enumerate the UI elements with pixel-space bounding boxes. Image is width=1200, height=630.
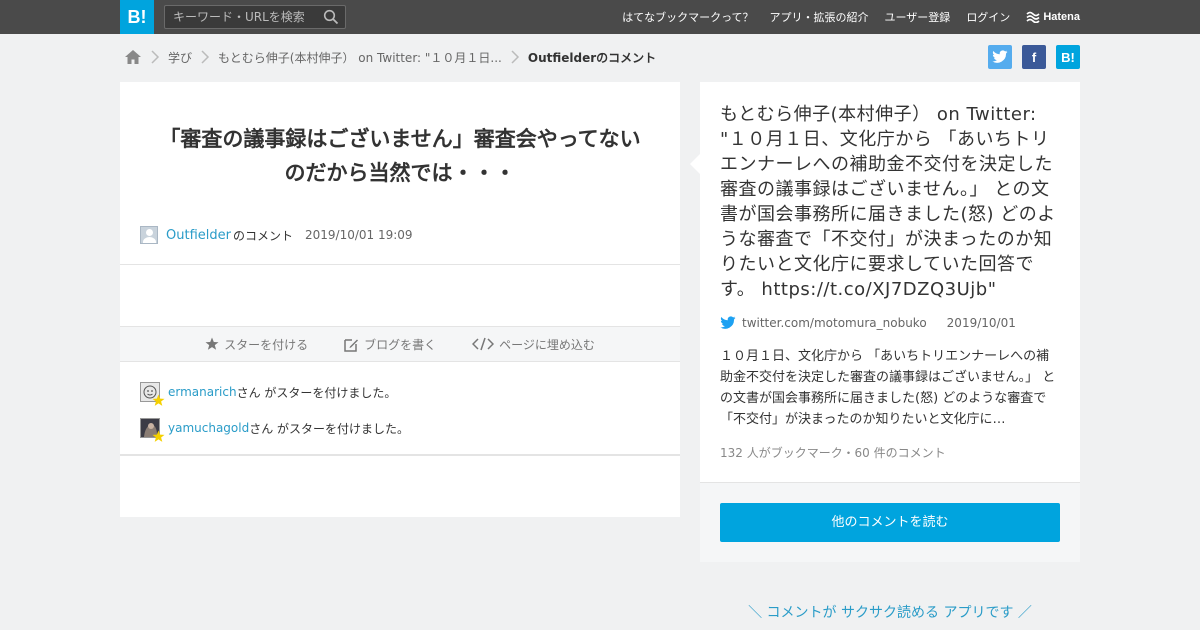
entry-card-footer: 他のコメントを読む — [700, 482, 1080, 562]
nav-register[interactable]: ユーザー登録 — [885, 9, 951, 25]
search-box — [164, 5, 346, 29]
comment-card: 「審査の議事録はございません」審査会やってないのだから当然では・・・ Outfi… — [120, 82, 680, 517]
entry-summary: １０月１日、文化庁から 「あいちトリエンナーレへの補助金不交付を決定した審査の議… — [720, 349, 1056, 427]
app-promo-link[interactable]: ＼ コメントが サクサク読める アプリです ／ — [700, 602, 1080, 622]
add-star-button[interactable]: スターを付ける — [205, 336, 308, 353]
chevron-right-icon — [201, 50, 210, 64]
nav-apps[interactable]: アプリ・拡張の紹介 — [770, 9, 869, 25]
add-star-label: スターを付ける — [224, 337, 309, 352]
comment-meta: Outfielder のコメント 2019/10/01 19:09 — [140, 226, 413, 244]
top-nav: はてなブックマークって？ アプリ・拡張の紹介 ユーザー登録 ログイン Haten… — [622, 0, 1080, 34]
top-bar: B! はてなブックマークって？ アプリ・拡張の紹介 ユーザー登録 ログイン Ha… — [0, 0, 1200, 34]
chevron-right-icon — [151, 50, 160, 64]
twitter-bird-icon — [720, 316, 736, 329]
comment-date[interactable]: 2019/10/01 19:09 — [305, 228, 413, 242]
entry-date: 2019/10/01 — [946, 316, 1016, 330]
divider — [120, 454, 680, 456]
read-more-comments-button[interactable]: 他のコメントを読む — [720, 503, 1060, 542]
breadcrumb-category[interactable]: 学び — [168, 49, 192, 66]
user-avatar[interactable] — [140, 382, 165, 406]
star-entry: ermanarich さん がスターを付けました。 — [140, 382, 409, 406]
star-icon — [205, 337, 219, 350]
twitter-bird-icon — [992, 50, 1008, 63]
yellow-star-icon — [152, 430, 165, 442]
entry-source: twitter.com/motomura_nobuko 2019/10/01 — [720, 316, 1016, 330]
search-input[interactable] — [165, 6, 315, 28]
embed-page-label: ページに埋め込む — [499, 337, 595, 352]
twitter-share-button[interactable] — [988, 45, 1012, 69]
comment-actions: スターを付ける ブログを書く ページに埋め込む — [120, 326, 680, 362]
home-icon[interactable] — [124, 49, 142, 65]
comment-user-link[interactable]: Outfielder — [166, 228, 231, 243]
hatena-wave-icon — [1026, 11, 1040, 23]
star-user-link[interactable]: yamuchagold — [168, 421, 249, 435]
search-icon[interactable] — [323, 9, 339, 25]
star-text: さん がスターを付けました。 — [249, 421, 410, 436]
hatena-brand[interactable]: Hatena — [1026, 11, 1080, 23]
hatena-brand-label: Hatena — [1043, 11, 1080, 23]
entry-title[interactable]: もとむら伸子(本村伸子） on Twitter: "１０月１日、文化庁から 「あ… — [720, 102, 1062, 302]
share-buttons: f B! — [988, 45, 1080, 69]
user-avatar[interactable] — [140, 226, 158, 244]
divider — [120, 264, 680, 265]
user-avatar[interactable] — [140, 418, 165, 442]
hatena-bookmark-logo[interactable]: B! — [120, 0, 154, 34]
write-blog-label: ブログを書く — [364, 337, 437, 352]
breadcrumb: 学び もとむら伸子(本村伸子） on Twitter: "１０月１日... Ou… — [124, 46, 656, 68]
chevron-right-icon — [511, 50, 519, 64]
star-entry: yamuchagold さん がスターを付けました。 — [140, 418, 410, 442]
comment-text: 「審査の議事録はございません」審査会やってないのだから当然では・・・ — [159, 127, 641, 185]
yellow-star-icon — [152, 394, 165, 406]
embed-page-button[interactable]: ページに埋め込む — [472, 336, 595, 353]
bookmark-count[interactable]: 132 人がブックマーク・60 件のコメント — [720, 444, 946, 461]
entry-card: もとむら伸子(本村伸子） on Twitter: "１０月１日、文化庁から 「あ… — [690, 82, 1080, 482]
star-text: さん がスターを付けました。 — [236, 385, 397, 400]
breadcrumb-current: Outfielderのコメント — [527, 50, 657, 65]
code-icon — [472, 337, 495, 351]
nav-about[interactable]: はてなブックマークって？ — [622, 9, 753, 25]
hatena-share-button[interactable]: B! — [1056, 45, 1080, 69]
comment-user-suffix: のコメント — [232, 228, 293, 243]
facebook-share-button[interactable]: f — [1022, 45, 1046, 69]
star-user-link[interactable]: ermanarich — [168, 385, 237, 399]
entry-domain-link[interactable]: twitter.com/motomura_nobuko — [742, 316, 927, 330]
breadcrumb-entry[interactable]: もとむら伸子(本村伸子） on Twitter: "１０月１日... — [218, 49, 502, 66]
write-blog-button[interactable]: ブログを書く — [344, 336, 436, 353]
star-list: ermanarich さん がスターを付けました。 yamuchagold さん… — [140, 382, 409, 454]
edit-icon — [344, 338, 359, 352]
nav-login[interactable]: ログイン — [966, 9, 1010, 25]
